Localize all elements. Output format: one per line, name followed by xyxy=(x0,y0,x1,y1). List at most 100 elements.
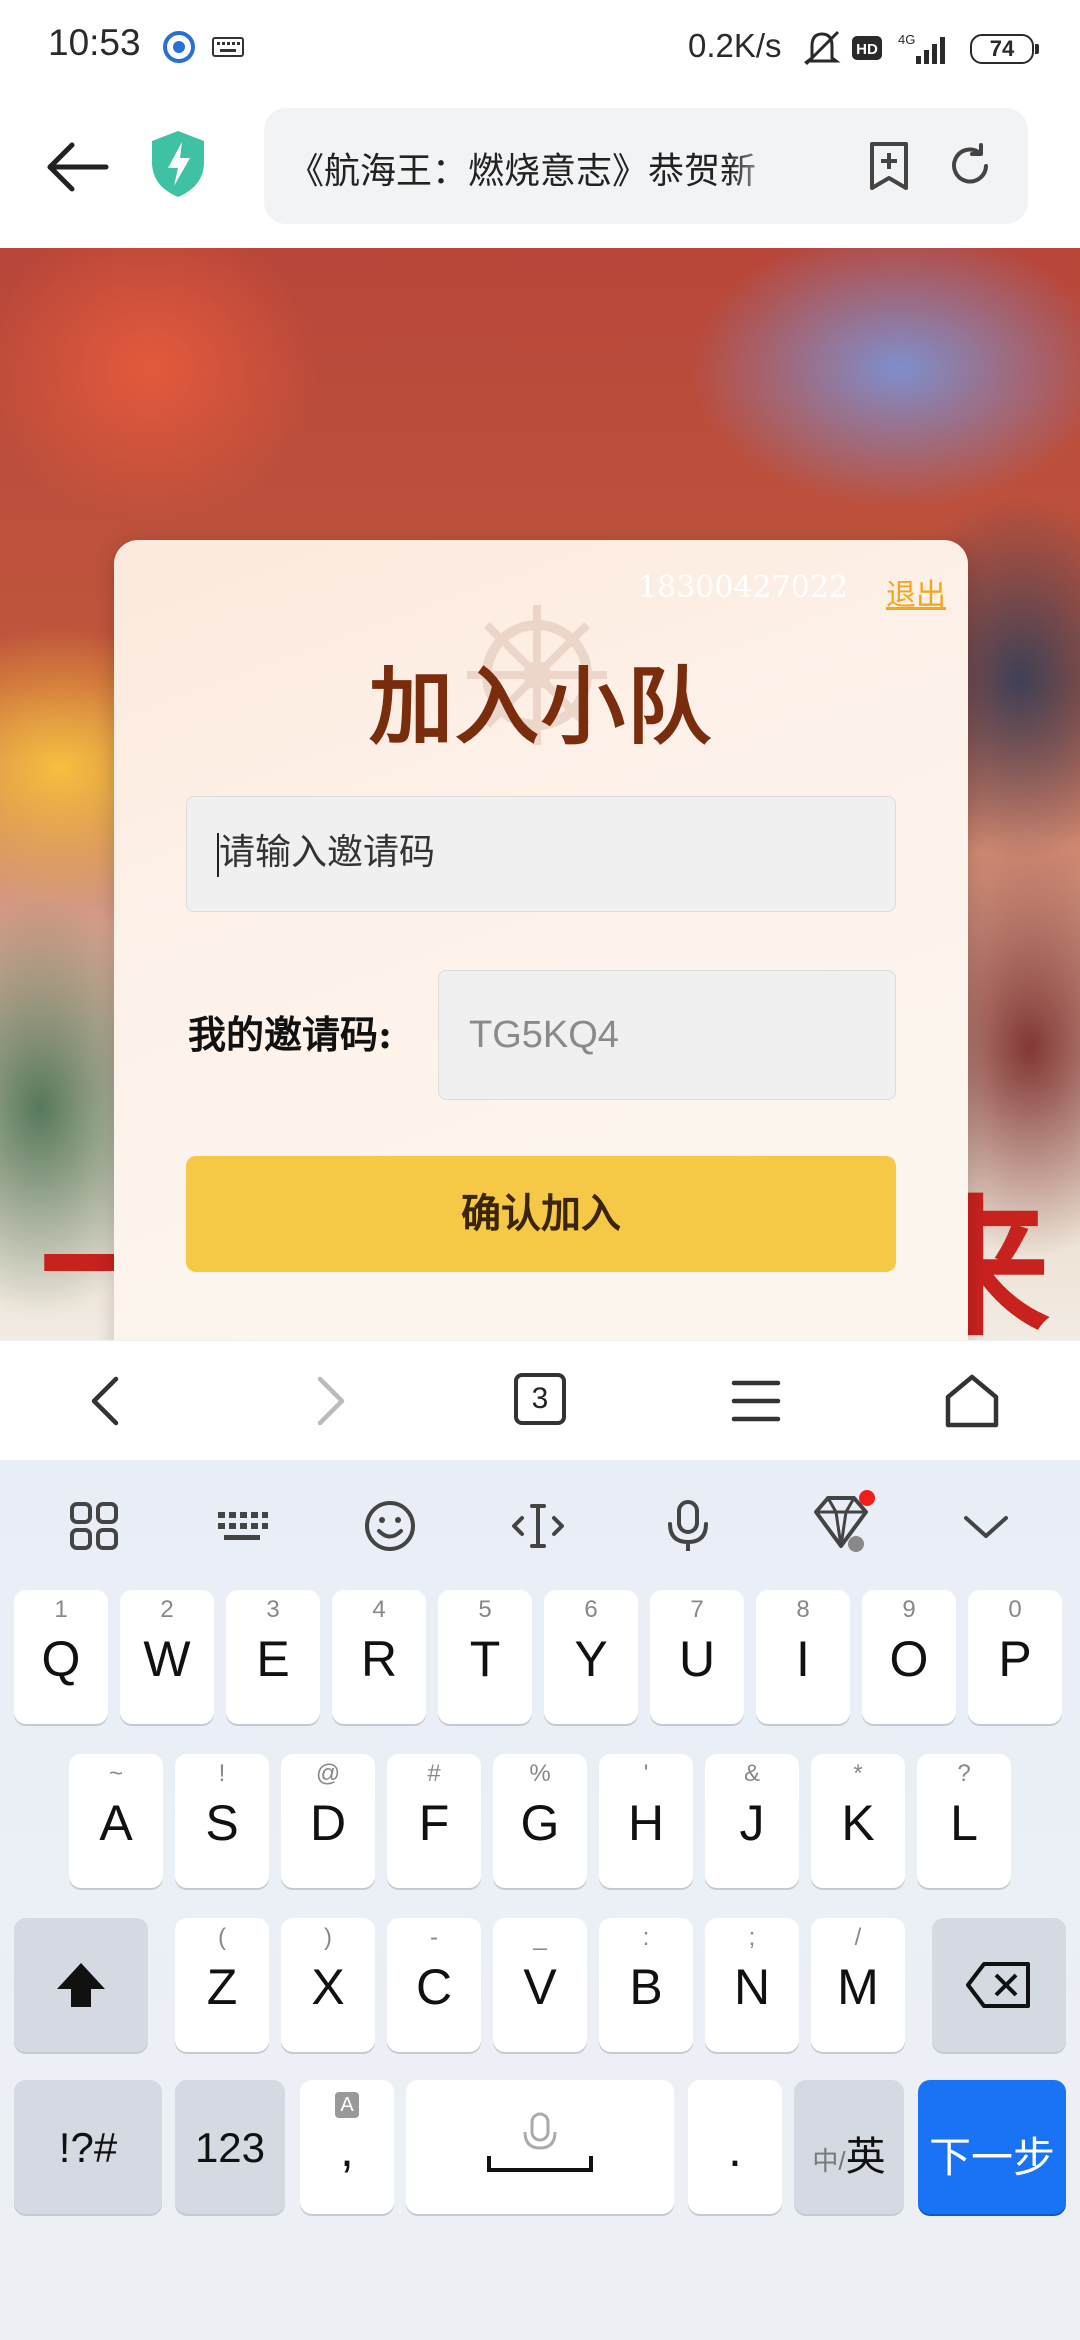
key-q[interactable]: 1Q xyxy=(14,1590,108,1724)
key-a[interactable]: ~ A xyxy=(69,1754,163,1888)
key-secondary-label: ! xyxy=(218,1760,226,1787)
key-n[interactable]: ; N xyxy=(705,1918,799,2052)
space-mic-icon xyxy=(487,2112,593,2172)
keyboard-layout-icon[interactable] xyxy=(214,1498,270,1554)
cursor-move-icon[interactable] xyxy=(510,1498,566,1554)
key-p[interactable]: 0P xyxy=(968,1590,1062,1724)
key-f[interactable]: # F xyxy=(387,1754,481,1888)
key-secondary-label: 3 xyxy=(266,1596,280,1623)
browser-toolbar: 《航海王：燃烧意志》恭贺新 xyxy=(0,100,1080,248)
my-invite-code-value: TG5KQ4 xyxy=(438,970,896,1100)
next-step-key[interactable]: 下一步 xyxy=(918,2080,1066,2214)
tabs-button[interactable]: 3 xyxy=(514,1373,566,1425)
key-o[interactable]: 9O xyxy=(862,1590,956,1724)
reload-icon[interactable] xyxy=(946,142,994,190)
apps-grid-icon[interactable] xyxy=(66,1498,122,1554)
key-secondary-label: 6 xyxy=(584,1596,598,1623)
key-primary-label: H xyxy=(627,1795,665,1851)
space-key[interactable] xyxy=(406,2080,674,2214)
lang-main: 英 xyxy=(845,2135,886,2179)
key-secondary-label: ; xyxy=(748,1924,756,1951)
key-primary-label: Y xyxy=(574,1631,608,1687)
nav-forward-icon[interactable] xyxy=(300,1371,360,1431)
collapse-keyboard-icon[interactable] xyxy=(958,1498,1014,1554)
invite-code-input[interactable]: 请输入邀请码 xyxy=(186,796,896,912)
key-s[interactable]: ! S xyxy=(175,1754,269,1888)
keyboard-toolbar xyxy=(0,1460,1080,1590)
period-key[interactable]: . xyxy=(688,2080,782,2214)
back-arrow-icon[interactable] xyxy=(40,132,120,202)
key-k[interactable]: * K xyxy=(811,1754,905,1888)
key-j[interactable]: & J xyxy=(705,1754,799,1888)
key-primary-label: A xyxy=(99,1795,133,1851)
key-secondary-label: 2 xyxy=(160,1596,174,1623)
microphone-icon[interactable] xyxy=(660,1498,716,1554)
key-y[interactable]: 6Y xyxy=(544,1590,638,1724)
key-u[interactable]: 7U xyxy=(650,1590,744,1724)
key-t[interactable]: 5T xyxy=(438,1590,532,1724)
key-g[interactable]: % G xyxy=(493,1754,587,1888)
key-secondary-label: 1 xyxy=(54,1596,68,1623)
network-speed: 0.2K/s xyxy=(688,27,782,64)
key-r[interactable]: 4R xyxy=(332,1590,426,1724)
home-icon[interactable] xyxy=(942,1371,1002,1431)
status-time: 10:53 xyxy=(48,22,141,63)
logout-link[interactable]: 退出 xyxy=(886,570,946,614)
diamond-vip-icon[interactable] xyxy=(806,1488,876,1558)
my-invite-code-label: 我的邀请码: xyxy=(188,1012,393,1057)
key-primary-label: K xyxy=(841,1795,875,1851)
status-bar: 10:53 0.2K/s HD 4G 74 xyxy=(0,0,1080,100)
key-z[interactable]: (Z xyxy=(175,1918,269,2052)
key-x[interactable]: ) X xyxy=(281,1918,375,2052)
nav-back-icon[interactable] xyxy=(76,1371,136,1431)
key-primary-label: X xyxy=(311,1959,345,2015)
add-bookmark-icon[interactable] xyxy=(864,140,914,192)
language-switch-key[interactable]: 中/英 xyxy=(794,2080,904,2214)
key-secondary-label: * xyxy=(853,1760,863,1787)
key-secondary-label: 4 xyxy=(372,1596,386,1623)
signal-icon xyxy=(916,37,945,64)
menu-icon[interactable] xyxy=(726,1371,786,1431)
app-notification-icon xyxy=(163,31,195,63)
key-secondary-label: ? xyxy=(957,1760,971,1787)
emoji-icon[interactable] xyxy=(362,1498,418,1554)
key-i[interactable]: 8I xyxy=(756,1590,850,1724)
key-primary-label: T xyxy=(469,1631,501,1687)
keyboard-status-icon xyxy=(212,37,244,57)
key-primary-label: O xyxy=(889,1631,929,1687)
period-key-label: . xyxy=(728,2121,742,2177)
shift-key[interactable] xyxy=(14,1918,148,2052)
dialog-title: 加入小队 xyxy=(368,657,713,756)
key-h[interactable]: ' H xyxy=(599,1754,693,1888)
web-page-area: 一 起 燃 烧 未 来 18300427022 退出 加入小队 请输入邀请码 我… xyxy=(0,248,1080,1340)
mute-bell-icon xyxy=(803,30,841,66)
text-cursor xyxy=(217,833,219,877)
key-e[interactable]: 3E xyxy=(226,1590,320,1724)
key-secondary-label: ' xyxy=(643,1760,649,1787)
key-secondary-label: 7 xyxy=(690,1596,704,1623)
confirm-join-button[interactable]: 确认加入 xyxy=(186,1156,896,1272)
address-bar[interactable]: 《航海王：燃烧意志》恭贺新 xyxy=(264,108,1028,224)
numbers-key[interactable]: 123 xyxy=(175,2080,285,2214)
next-step-label: 下一步 xyxy=(928,2134,1055,2181)
key-m[interactable]: / M xyxy=(811,1918,905,2052)
comma-key[interactable]: A, xyxy=(300,2080,394,2214)
hd-badge-text: HD xyxy=(856,41,878,58)
key-c[interactable]: -C xyxy=(387,1918,481,2052)
symbols-key[interactable]: !?# xyxy=(14,2080,162,2214)
key-v[interactable]: _ V xyxy=(493,1918,587,2052)
backspace-icon xyxy=(966,1962,1030,2008)
security-shield-icon[interactable] xyxy=(148,128,208,200)
key-l[interactable]: ? L xyxy=(917,1754,1011,1888)
page-title-url[interactable]: 《航海王：燃烧意志》恭贺新 xyxy=(288,142,788,192)
key-secondary-label: : xyxy=(642,1924,650,1951)
backspace-key[interactable] xyxy=(932,1918,1066,2052)
key-w[interactable]: 2W xyxy=(120,1590,214,1724)
comma-key-label: , xyxy=(340,2121,354,2177)
key-primary-label: G xyxy=(520,1795,560,1851)
key-secondary-label: & xyxy=(743,1760,760,1787)
key-b[interactable]: :B xyxy=(599,1918,693,2052)
network-type: 4G xyxy=(898,32,915,47)
soft-keyboard: 1 Q 2 W 3 E 4 R 5 T 6 Y 7 U 8 I 9 O 0 P ~ A! S @ D # F% G ' H & J * K? L(Z… xyxy=(0,1460,1080,2340)
key-d[interactable]: @ D xyxy=(281,1754,375,1888)
